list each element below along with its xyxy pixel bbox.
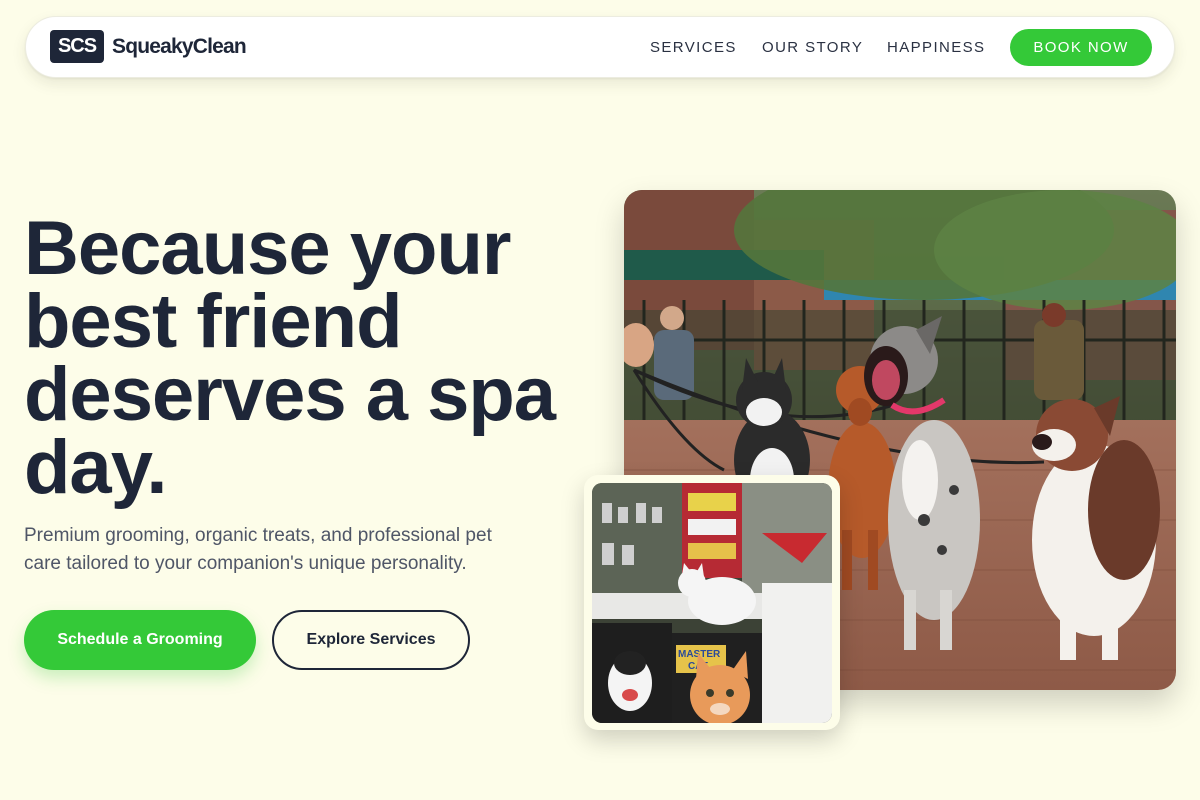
top-navbar: SCS SqueakyClean SERVICES OUR STORY HAPP…	[25, 16, 1175, 78]
landing-page: SCS SqueakyClean SERVICES OUR STORY HAPP…	[0, 0, 1200, 800]
logo-mark: SCS	[50, 30, 104, 63]
nav-link-services[interactable]: SERVICES	[650, 39, 737, 56]
cats-shop-photo: MASTER CAT	[592, 483, 832, 723]
explore-services-button[interactable]: Explore Services	[272, 610, 470, 670]
hero-headline: Because your best friend deserves a spa …	[24, 211, 584, 506]
nav-link-our-story[interactable]: OUR STORY	[762, 39, 863, 56]
nav-link-happiness[interactable]: HAPPINESS	[887, 39, 985, 56]
schedule-grooming-button[interactable]: Schedule a Grooming	[24, 610, 256, 670]
logo-wordmark: SqueakyClean	[112, 34, 247, 58]
cats-shop-illustration: MASTER CAT	[592, 483, 832, 723]
hero-subheading: Premium grooming, organic treats, and pr…	[24, 525, 492, 574]
brand-logo[interactable]: SCS SqueakyClean	[50, 30, 247, 63]
headline-line: day.	[24, 425, 167, 510]
cats-shop-photo-frame: MASTER CAT	[584, 475, 840, 730]
book-now-button[interactable]: BOOK NOW	[1010, 29, 1152, 66]
